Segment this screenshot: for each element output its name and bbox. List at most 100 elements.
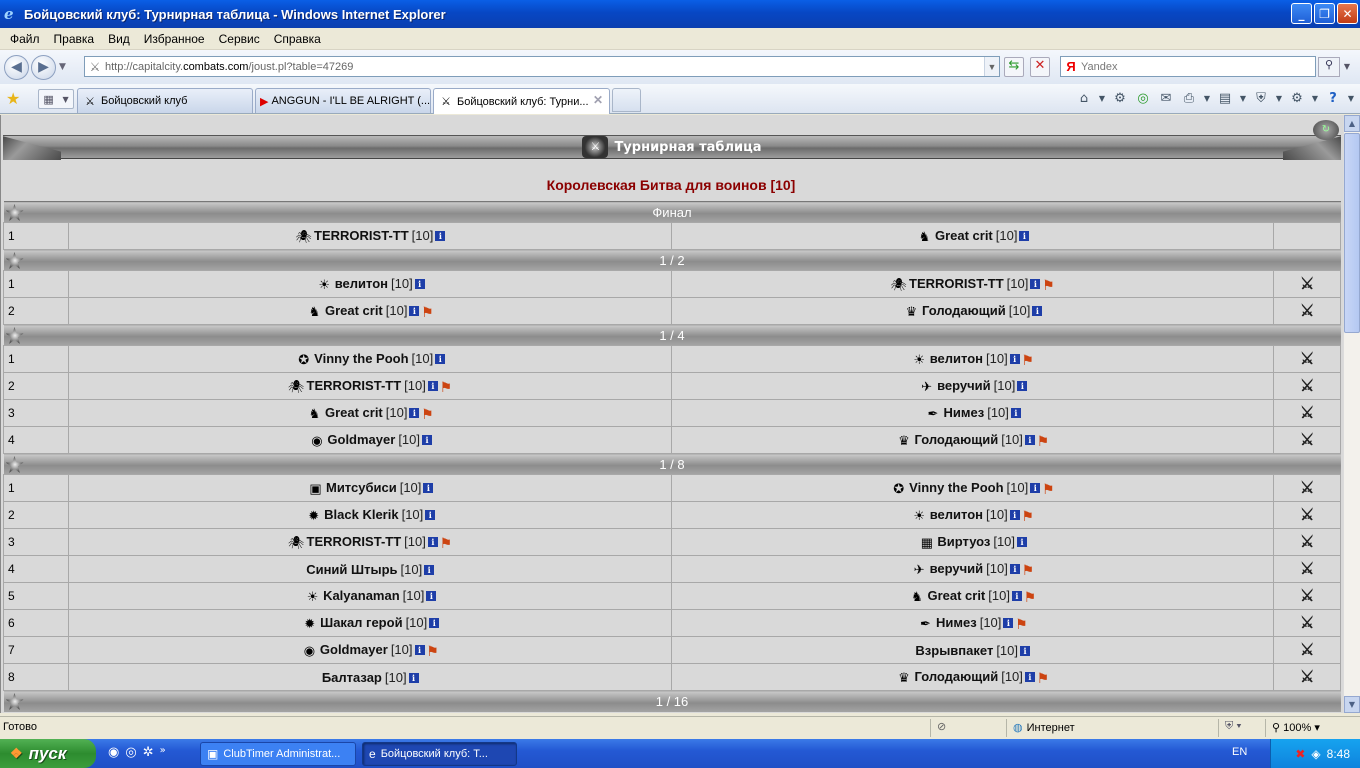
info-icon[interactable]: i [414, 279, 425, 290]
start-button[interactable]: ❖ пуск [0, 739, 96, 768]
tray-app-icon[interactable]: ◈ [1311, 747, 1320, 761]
info-icon[interactable]: i [1024, 435, 1035, 446]
crossed-swords-icon[interactable]: ⚔ [1300, 480, 1314, 497]
minimize-button[interactable]: _ [1291, 3, 1312, 24]
stop-button[interactable]: ✕ [1030, 57, 1050, 77]
player-name[interactable]: веручий [930, 561, 984, 576]
player-name[interactable]: Митсубиси [326, 480, 397, 495]
player-name[interactable]: Синий Штырь [306, 562, 397, 577]
window-titlebar[interactable]: e Бойцовский клуб: Турнирная таблица - W… [0, 0, 1360, 28]
menu-help[interactable]: Справка [267, 32, 328, 46]
search-button[interactable]: ⚲ [1318, 57, 1340, 77]
crossed-swords-icon[interactable]: ⚔ [1300, 561, 1314, 578]
player-name[interactable]: веручий [937, 378, 991, 393]
feeds-icon[interactable]: ◎ [1133, 89, 1153, 109]
search-options-icon[interactable]: ▼ [1341, 57, 1353, 77]
player-name[interactable]: Great crit [325, 405, 383, 420]
player-name[interactable]: TERRORIST-TT [307, 534, 402, 549]
player-name[interactable]: велитон [335, 276, 388, 291]
gear-icon[interactable]: ⚙ [1110, 89, 1130, 109]
player-name[interactable]: велитон [930, 351, 983, 366]
zoom-control[interactable]: ⚲ 100% ▾ [1272, 721, 1320, 734]
menu-favorites[interactable]: Избранное [137, 32, 212, 46]
info-icon[interactable]: i [1019, 231, 1030, 242]
crossed-swords-icon[interactable]: ⚔ [1300, 534, 1314, 551]
address-bar[interactable]: ⚔ http://capitalcity. combats.com/joust.p… [84, 56, 1000, 77]
info-icon[interactable]: i [435, 231, 446, 242]
quicklaunch-more-icon[interactable]: » [160, 745, 166, 760]
player-name[interactable]: Great crit [935, 228, 993, 243]
home-icon[interactable]: ⌂ [1074, 89, 1094, 109]
chevron-down-icon[interactable]: ▼ [1097, 89, 1107, 109]
player-name[interactable]: Vinny the Pooh [314, 351, 408, 366]
info-icon[interactable]: i [1009, 564, 1020, 575]
crossed-swords-icon[interactable]: ⚔ [1300, 588, 1314, 605]
page-icon[interactable]: ▤ [1215, 89, 1235, 109]
crossed-swords-icon[interactable]: ⚔ [1300, 507, 1314, 524]
player-name[interactable]: Виртуоз [937, 534, 990, 549]
info-icon[interactable]: i [1011, 591, 1022, 602]
info-icon[interactable]: i [425, 510, 436, 521]
crossed-swords-icon[interactable]: ⚔ [1300, 276, 1314, 293]
chevron-down-icon[interactable]: ▼ [1274, 89, 1284, 109]
chevron-down-icon[interactable]: ▼ [1310, 89, 1320, 109]
security-zone[interactable]: ◍ Интернет [1013, 721, 1075, 734]
info-icon[interactable]: i [1024, 672, 1035, 683]
back-button[interactable]: ◀ [4, 54, 29, 80]
info-icon[interactable]: i [408, 673, 419, 684]
player-name[interactable]: TERRORIST-TT [909, 276, 1004, 291]
crossed-swords-icon[interactable]: ⚔ [1300, 432, 1314, 449]
search-box[interactable]: Я Yandex [1060, 56, 1316, 77]
info-icon[interactable]: i [429, 618, 440, 629]
quick-tabs-button[interactable]: ▦ ▼ [38, 89, 74, 109]
player-name[interactable]: Голодающий [914, 432, 998, 447]
info-icon[interactable]: i [1017, 537, 1028, 548]
info-icon[interactable]: i [409, 306, 420, 317]
player-name[interactable]: Голодающий [914, 669, 998, 684]
info-icon[interactable]: i [1032, 306, 1043, 317]
player-name[interactable]: Голодающий [922, 303, 1006, 318]
info-icon[interactable]: i [409, 408, 420, 419]
player-name[interactable]: TERRORIST-TT [307, 378, 402, 393]
info-icon[interactable]: i [1030, 279, 1041, 290]
refresh-orb-icon[interactable]: ↻ [1313, 120, 1339, 140]
player-name[interactable]: Goldmayer [327, 432, 395, 447]
info-icon[interactable]: i [1009, 354, 1020, 365]
player-name[interactable]: Kalyanaman [323, 588, 400, 603]
tab-tournament[interactable]: ⚔ Бойцовский клуб: Турни... ✕ [433, 88, 610, 114]
safety-shield-icon[interactable]: ⛨ [1251, 89, 1271, 109]
taskbar-item-clubtimer[interactable]: ▣ ClubTimer Administrat... [200, 742, 356, 766]
info-icon[interactable]: i [1003, 618, 1014, 629]
menu-file[interactable]: Файл [3, 32, 47, 46]
player-name[interactable]: Goldmayer [320, 642, 388, 657]
info-icon[interactable]: i [414, 645, 425, 656]
tab-close-icon[interactable]: ✕ [593, 93, 603, 107]
language-indicator[interactable]: EN [1232, 746, 1247, 758]
crossed-swords-icon[interactable]: ⚔ [1300, 669, 1314, 686]
info-icon[interactable]: i [1009, 510, 1020, 521]
taskbar-item-ie[interactable]: e Бойцовский клуб: Т... [362, 742, 517, 766]
refresh-button[interactable]: ⇆ [1004, 57, 1024, 77]
favorites-star-icon[interactable]: ★ [6, 89, 20, 108]
quicklaunch-chrome-icon[interactable]: ◎ [125, 745, 136, 760]
tools-gear-icon[interactable]: ⚙ [1287, 89, 1307, 109]
crossed-swords-icon[interactable]: ⚔ [1300, 303, 1314, 320]
player-name[interactable]: TERRORIST-TT [314, 228, 409, 243]
player-name[interactable]: Нимез [936, 615, 977, 630]
player-name[interactable]: Vinny the Pooh [909, 480, 1003, 495]
info-icon[interactable]: i [427, 381, 438, 392]
address-dropdown-icon[interactable]: ▼ [984, 57, 999, 76]
scroll-up-icon[interactable]: ▲ [1344, 115, 1360, 132]
crossed-swords-icon[interactable]: ⚔ [1300, 615, 1314, 632]
player-name[interactable]: Взрывпакет [915, 643, 993, 658]
tab-anggun[interactable]: ▶ ANGGUN - I'LL BE ALRIGHT (... [255, 88, 431, 113]
antivirus-icon[interactable]: ✖ [1295, 747, 1305, 761]
info-icon[interactable]: i [1020, 646, 1030, 657]
chevron-down-icon[interactable]: ▼ [1238, 89, 1248, 109]
tab-fightclub[interactable]: ⚔ Бойцовский клуб [77, 88, 253, 113]
player-name[interactable]: Балтазар [322, 670, 382, 685]
print-icon[interactable]: ⎙ [1179, 89, 1199, 109]
info-icon[interactable]: i [423, 483, 434, 494]
info-icon[interactable]: i [424, 565, 435, 576]
menu-edit[interactable]: Правка [47, 32, 102, 46]
